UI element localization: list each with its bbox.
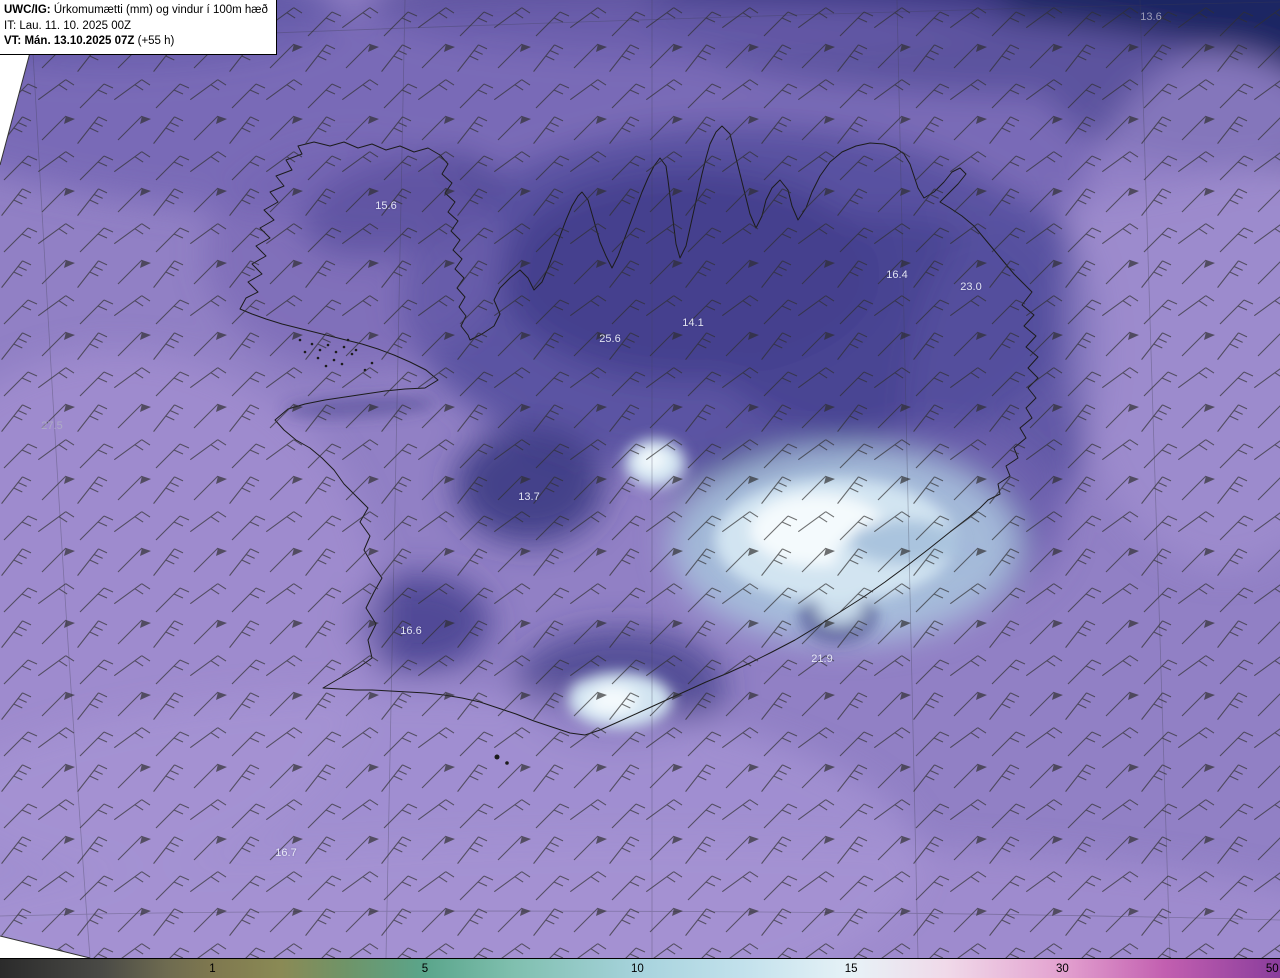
map-title: Úrkomumætti (mm) og vindur í 100m hæð	[53, 4, 268, 16]
colorbar-tick-label: 5	[421, 962, 429, 975]
init-time: IT: Lau. 11. 10. 2025 00Z	[4, 19, 132, 32]
valid-time: VT: Mán. 13.10.2025 07Z	[4, 35, 135, 48]
colorbar-tick-label: 1	[209, 962, 216, 975]
colorbar-tick-label: 10	[631, 962, 644, 975]
wind-barbs-layer	[0, 0, 1280, 958]
colorbar-tick-label: 15	[844, 962, 858, 975]
map-area: 15.6 25.6 14.1 16.4 23.0 13.7 16.6 21.9 16.7 27.5…	[0, 0, 1280, 958]
colorbar: 1 5 10 15 30 50	[0, 958, 1280, 978]
weather-map-screen: 15.6 25.6 14.1 16.4 23.0 13.7 16.6 21.9 16.7 27.5…	[0, 0, 1280, 978]
colorbar-tick-label: 50	[1265, 962, 1279, 975]
colorbar-tick-label: 30	[1055, 962, 1069, 975]
valid-time-line: VT: Mán. 13.10.2025 07Z (+55 h)	[4, 34, 268, 50]
map-title-line: UWC/IG: Úrkomumætti (mm) og vindur í 100…	[4, 3, 268, 19]
precip-wind-map	[0, 0, 1280, 958]
model-label: UWC/IG:	[4, 4, 51, 16]
valid-offset: (+55 h)	[137, 35, 175, 48]
map-title-box: UWC/IG: Úrkomumætti (mm) og vindur í 100…	[0, 0, 277, 55]
colorbar-ticks: 1 5 10 15 30 50	[0, 959, 1280, 978]
